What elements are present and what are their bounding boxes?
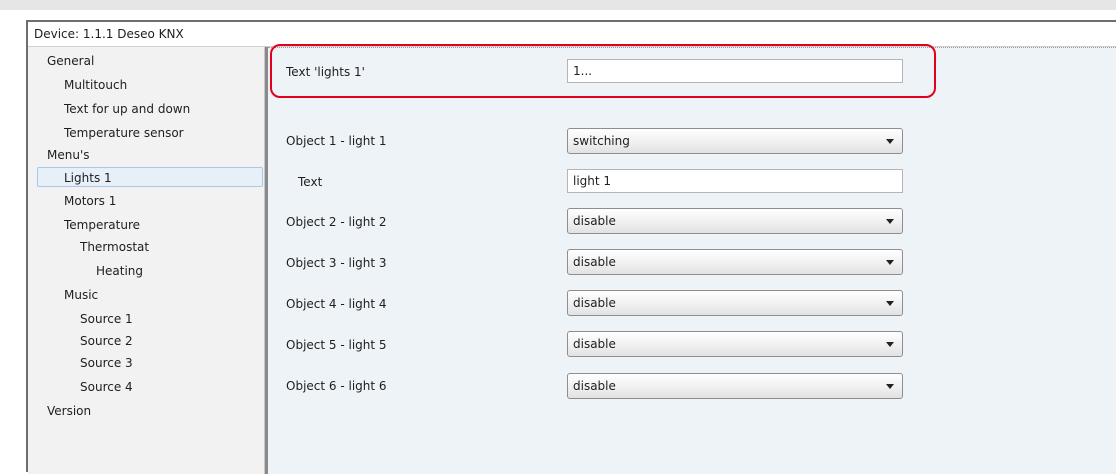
tree-item-heating[interactable]: Heating bbox=[96, 261, 143, 281]
object-3-select[interactable]: disable bbox=[567, 249, 903, 275]
object-5-select[interactable]: disable bbox=[567, 331, 903, 357]
tree-item-thermostat[interactable]: Thermostat bbox=[80, 237, 149, 257]
object-1-label: Object 1 - light 1 bbox=[286, 134, 387, 148]
object-4-select[interactable]: disable bbox=[567, 290, 903, 316]
tree-item-text-up-down[interactable]: Text for up and down bbox=[64, 99, 190, 119]
tree-item-temperature-sensor[interactable]: Temperature sensor bbox=[64, 123, 184, 143]
text-1-input[interactable]: light 1 bbox=[567, 169, 903, 193]
highlight-annotation bbox=[270, 44, 936, 98]
window-top-strip bbox=[0, 0, 1116, 10]
object-2-value: disable bbox=[573, 214, 616, 228]
tree-item-menus[interactable]: Menu's bbox=[47, 145, 90, 165]
object-4-value: disable bbox=[573, 296, 616, 310]
tree-item-temperature[interactable]: Temperature bbox=[64, 215, 140, 235]
tree-item-version[interactable]: Version bbox=[47, 401, 91, 421]
chevron-down-icon bbox=[886, 219, 894, 224]
chevron-down-icon bbox=[886, 342, 894, 347]
chevron-down-icon bbox=[886, 260, 894, 265]
object-4-label: Object 4 - light 4 bbox=[286, 297, 387, 311]
tree-item-motors-1[interactable]: Motors 1 bbox=[64, 191, 116, 211]
object-2-label: Object 2 - light 2 bbox=[286, 215, 387, 229]
tree-item-source-2[interactable]: Source 2 bbox=[80, 331, 133, 351]
tree-item-source-1[interactable]: Source 1 bbox=[80, 309, 133, 329]
object-2-select[interactable]: disable bbox=[567, 208, 903, 234]
object-5-value: disable bbox=[573, 337, 616, 351]
chevron-down-icon bbox=[886, 301, 894, 306]
object-1-value: switching bbox=[573, 134, 630, 148]
chevron-down-icon bbox=[886, 139, 894, 144]
tree-item-multitouch[interactable]: Multitouch bbox=[64, 75, 127, 95]
tree-item-lights-1[interactable]: Lights 1 bbox=[37, 167, 263, 187]
device-title: Device: 1.1.1 Deseo KNX bbox=[34, 27, 184, 41]
tree-item-general[interactable]: General bbox=[47, 51, 94, 71]
tree-item-music[interactable]: Music bbox=[64, 285, 98, 305]
object-6-select[interactable]: disable bbox=[567, 373, 903, 399]
tree-item-source-4[interactable]: Source 4 bbox=[80, 377, 133, 397]
object-5-label: Object 5 - light 5 bbox=[286, 338, 387, 352]
text-1-label: Text bbox=[298, 175, 323, 189]
chevron-down-icon bbox=[886, 384, 894, 389]
parameter-tree: General Multitouch Text for up and down … bbox=[28, 47, 264, 474]
tree-item-source-3[interactable]: Source 3 bbox=[80, 353, 133, 373]
object-6-label: Object 6 - light 6 bbox=[286, 379, 387, 393]
object-1-select[interactable]: switching bbox=[567, 128, 903, 154]
object-3-label: Object 3 - light 3 bbox=[286, 256, 387, 270]
object-6-value: disable bbox=[573, 379, 616, 393]
object-3-value: disable bbox=[573, 255, 616, 269]
